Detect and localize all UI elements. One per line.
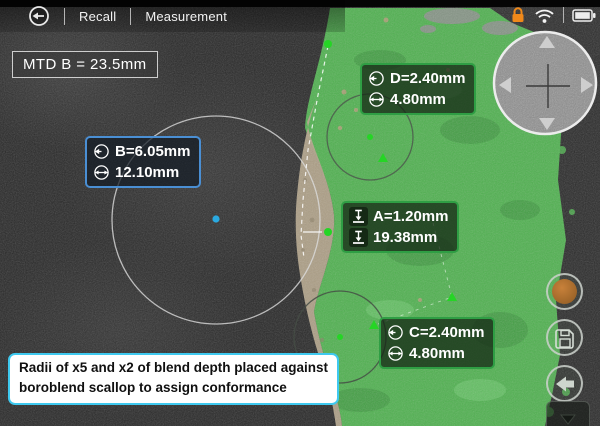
diameter-icon [93, 164, 110, 181]
top-menu-bar: Recall Measurement [0, 0, 345, 32]
depth-icon [350, 208, 367, 225]
annotation-note[interactable]: Radii of x5 and x2 of blend depth placed… [8, 353, 339, 405]
measurement-label-b[interactable]: B=6.05mm 12.10mm [85, 136, 201, 188]
radius-icon [387, 324, 404, 341]
save-button[interactable] [546, 319, 583, 356]
cursor-b-center-blue[interactable] [212, 215, 219, 222]
note-line-2: boroblend scallop to assign conformance [19, 378, 328, 398]
measurement-row: 19.38mm [349, 227, 448, 248]
measurement-row: C=2.40mm [387, 322, 484, 343]
wifi-icon [534, 7, 555, 24]
measurement-label-a[interactable]: A=1.20mm 19.38mm [341, 201, 459, 253]
cursor-depth-point-a[interactable] [324, 228, 332, 236]
left-arrow-icon [553, 373, 577, 395]
cursor-depth-top[interactable] [324, 40, 332, 48]
measurement-value: D=2.40mm [390, 70, 465, 87]
note-line-1: Radii of x5 and x2 of blend depth placed… [19, 358, 328, 378]
battery-icon [572, 7, 596, 24]
measurement-row: A=1.20mm [349, 206, 448, 227]
radius-icon [368, 70, 385, 87]
measurement-value: 4.80mm [409, 345, 465, 362]
menu-collapse-button[interactable] [546, 401, 590, 426]
chevron-down-icon [559, 412, 577, 426]
menu-separator [64, 8, 65, 25]
back-navigation-button[interactable] [546, 365, 583, 402]
radius-icon [93, 143, 110, 160]
measurement-value: 19.38mm [373, 229, 437, 246]
record-button[interactable] [546, 273, 583, 310]
status-bar [510, 6, 596, 24]
menu-item-recall[interactable]: Recall [79, 9, 116, 24]
menu-separator [130, 8, 131, 25]
menu-item-measurement[interactable]: Measurement [145, 9, 227, 24]
measurement-value: B=6.05mm [115, 143, 190, 160]
lock-icon [510, 6, 526, 24]
measurement-row: 4.80mm [387, 343, 484, 364]
measurement-row: 4.80mm [368, 89, 465, 110]
measurement-row: 12.10mm [93, 162, 190, 183]
back-circle-arrow-icon [28, 5, 50, 27]
diameter-icon [387, 345, 404, 362]
depth-icon-chip [349, 207, 368, 226]
depth-icon [350, 229, 367, 246]
measurement-value: 4.80mm [390, 91, 446, 108]
depth-icon-chip [349, 228, 368, 247]
back-button[interactable] [28, 5, 50, 27]
diameter-icon [368, 91, 385, 108]
status-separator [563, 7, 564, 23]
measurement-row: B=6.05mm [93, 141, 190, 162]
floppy-save-icon [554, 327, 576, 349]
measurement-value: A=1.20mm [373, 208, 448, 225]
mtd-readout: MTD B = 23.5mm [12, 51, 158, 78]
measurement-label-d[interactable]: D=2.40mm 4.80mm [360, 63, 476, 115]
measurement-value: C=2.40mm [409, 324, 484, 341]
record-dot-icon [552, 279, 577, 304]
measurement-label-c[interactable]: C=2.40mm 4.80mm [379, 317, 495, 369]
measurement-value: 12.10mm [115, 164, 179, 181]
measurement-screen: Recall Measurement MTD B = 23.5mm [0, 0, 600, 426]
cursor-d-center[interactable] [367, 134, 373, 140]
cursor-c-center[interactable] [337, 334, 343, 340]
measurement-row: D=2.40mm [368, 68, 465, 89]
